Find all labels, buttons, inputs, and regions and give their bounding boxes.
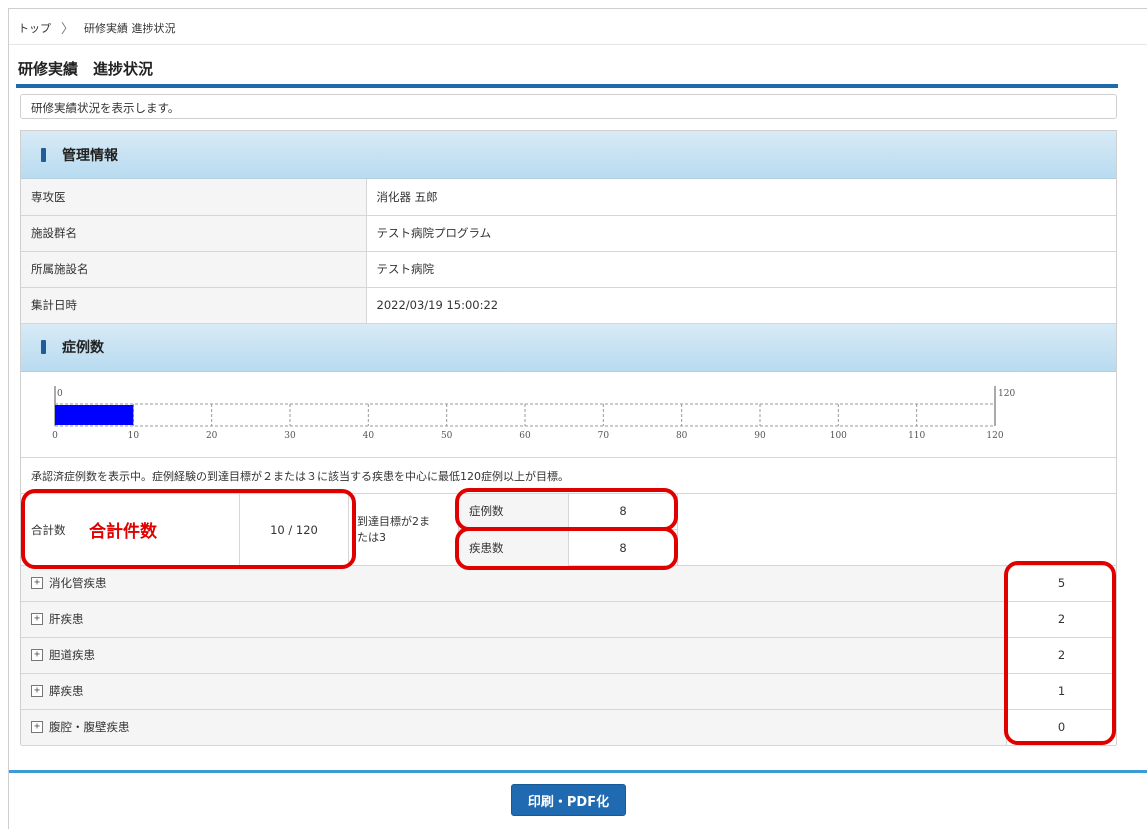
table-row: 所属施設名 テスト病院 bbox=[21, 251, 1116, 288]
gauge-tick-label: 90 bbox=[754, 431, 766, 441]
row-label: 施設群名 bbox=[21, 215, 367, 252]
row-label: 集計日時 bbox=[21, 287, 367, 324]
case-label: 症例数 bbox=[458, 493, 568, 530]
gauge-tick-label: 100 bbox=[830, 431, 847, 441]
gauge-tick-label: 80 bbox=[676, 431, 688, 441]
disease-row[interactable]: + 腹腔・腹壁疾患 0 bbox=[21, 709, 1116, 746]
disease-row[interactable]: + 肝疾患 2 bbox=[21, 601, 1116, 638]
gauge-end-label: 120 bbox=[998, 389, 1015, 399]
gauge-tick-label: 0 bbox=[52, 431, 58, 441]
gauge-start-label: 0 bbox=[57, 389, 63, 399]
gauge-tick-label: 60 bbox=[519, 431, 531, 441]
section-marker-icon bbox=[41, 147, 46, 162]
row-value: 2022/03/19 15:00:22 bbox=[366, 287, 1116, 324]
gauge-tick-label: 110 bbox=[908, 431, 925, 441]
row-value: 消化器 五郎 bbox=[366, 179, 1116, 216]
target-label: 到達目標が2または3 bbox=[357, 514, 430, 544]
disease-count: 2 bbox=[1006, 601, 1116, 637]
expand-plus-icon[interactable]: + bbox=[31, 613, 43, 625]
row-label: 専攻医 bbox=[21, 179, 367, 216]
cases-note: 承認済症例数を表示中。症例経験の到達目標が２または３に該当する疾患を中心に最低1… bbox=[21, 458, 1116, 494]
case-value: 8 bbox=[568, 493, 678, 530]
disease-name: 肝疾患 bbox=[49, 612, 84, 626]
cases-heading: 症例数 bbox=[62, 340, 104, 356]
breadcrumb-current: 研修実績 進捗状況 bbox=[84, 21, 176, 35]
row-value: テスト病院プログラム bbox=[366, 215, 1116, 252]
gauge-fill-bar bbox=[55, 404, 134, 425]
gauge-tick-label: 120 bbox=[986, 431, 1003, 441]
cases-section-header: 症例数 bbox=[21, 323, 1116, 372]
expand-plus-icon[interactable]: + bbox=[31, 721, 43, 733]
expand-plus-icon[interactable]: + bbox=[31, 577, 43, 589]
totals-row: 合計数 合計件数 10 / 120 到達目標が2または3 症例数 8 疾患数 8 bbox=[21, 493, 1116, 566]
main-panel: 管理情報 専攻医 消化器 五郎 施設群名 テスト病院プログラム 所属施設名 テス… bbox=[20, 130, 1117, 746]
disease-name: 腹腔・腹壁疾患 bbox=[49, 720, 130, 734]
management-heading: 管理情報 bbox=[62, 147, 118, 164]
table-row: 集計日時 2022/03/19 15:00:22 bbox=[21, 287, 1116, 324]
breadcrumb-divider bbox=[9, 44, 1147, 45]
breadcrumb: トップ 〉 研修実績 進捗状況 bbox=[18, 18, 176, 38]
gauge-tick-label: 30 bbox=[284, 431, 296, 441]
gauge-tick-label: 50 bbox=[441, 431, 453, 441]
row-value: テスト病院 bbox=[366, 251, 1116, 288]
gauge-tick-label: 40 bbox=[363, 431, 375, 441]
management-section-header: 管理情報 bbox=[21, 131, 1116, 179]
print-pdf-button[interactable]: 印刷・PDF化 bbox=[511, 784, 626, 816]
disease-name: 消化管疾患 bbox=[49, 576, 107, 590]
progress-chart-svg: 0 120 0 10 20 30 40 50 60 70 80 90 100 110 120 bbox=[52, 385, 1015, 441]
total-value: 10 / 120 bbox=[239, 493, 349, 566]
total-label: 合計数 bbox=[31, 522, 66, 537]
disease-name: 胆道疾患 bbox=[49, 648, 95, 662]
expand-plus-icon[interactable]: + bbox=[31, 649, 43, 661]
disease-label: 疾患数 bbox=[458, 529, 568, 566]
breadcrumb-home[interactable]: トップ bbox=[18, 20, 51, 36]
disease-count: 2 bbox=[1006, 637, 1116, 673]
disease-value: 8 bbox=[568, 529, 678, 566]
disease-name: 膵疾患 bbox=[49, 684, 84, 698]
gauge-tick-label: 70 bbox=[598, 431, 610, 441]
gauge-tick-label: 20 bbox=[206, 431, 218, 441]
table-row: 専攻医 消化器 五郎 bbox=[21, 179, 1116, 216]
page-title: 研修実績 進捗状況 bbox=[18, 60, 154, 78]
disease-count: 5 bbox=[1006, 565, 1116, 601]
expand-plus-icon[interactable]: + bbox=[31, 685, 43, 697]
gauge-tick-label: 10 bbox=[128, 431, 140, 441]
title-rule bbox=[16, 84, 1118, 88]
section-marker-icon bbox=[41, 340, 46, 354]
disease-row[interactable]: + 胆道疾患 2 bbox=[21, 637, 1116, 674]
disease-count: 0 bbox=[1006, 709, 1116, 745]
disease-count: 1 bbox=[1006, 673, 1116, 709]
disease-row[interactable]: + 膵疾患 1 bbox=[21, 673, 1116, 710]
breadcrumb-separator-icon: 〉 bbox=[61, 22, 75, 37]
disease-row[interactable]: + 消化管疾患 5 bbox=[21, 565, 1116, 602]
description-box: 研修実績状況を表示します。 bbox=[20, 94, 1117, 119]
management-table: 専攻医 消化器 五郎 施設群名 テスト病院プログラム 所属施設名 テスト病院 集… bbox=[21, 179, 1116, 324]
table-row: 施設群名 テスト病院プログラム bbox=[21, 215, 1116, 252]
footer-rule bbox=[9, 770, 1147, 773]
progress-chart: 0 120 0 10 20 30 40 50 60 70 80 90 100 110 120 bbox=[21, 372, 1116, 458]
row-label: 所属施設名 bbox=[21, 251, 367, 288]
total-annotation: 合計件数 bbox=[89, 522, 157, 542]
